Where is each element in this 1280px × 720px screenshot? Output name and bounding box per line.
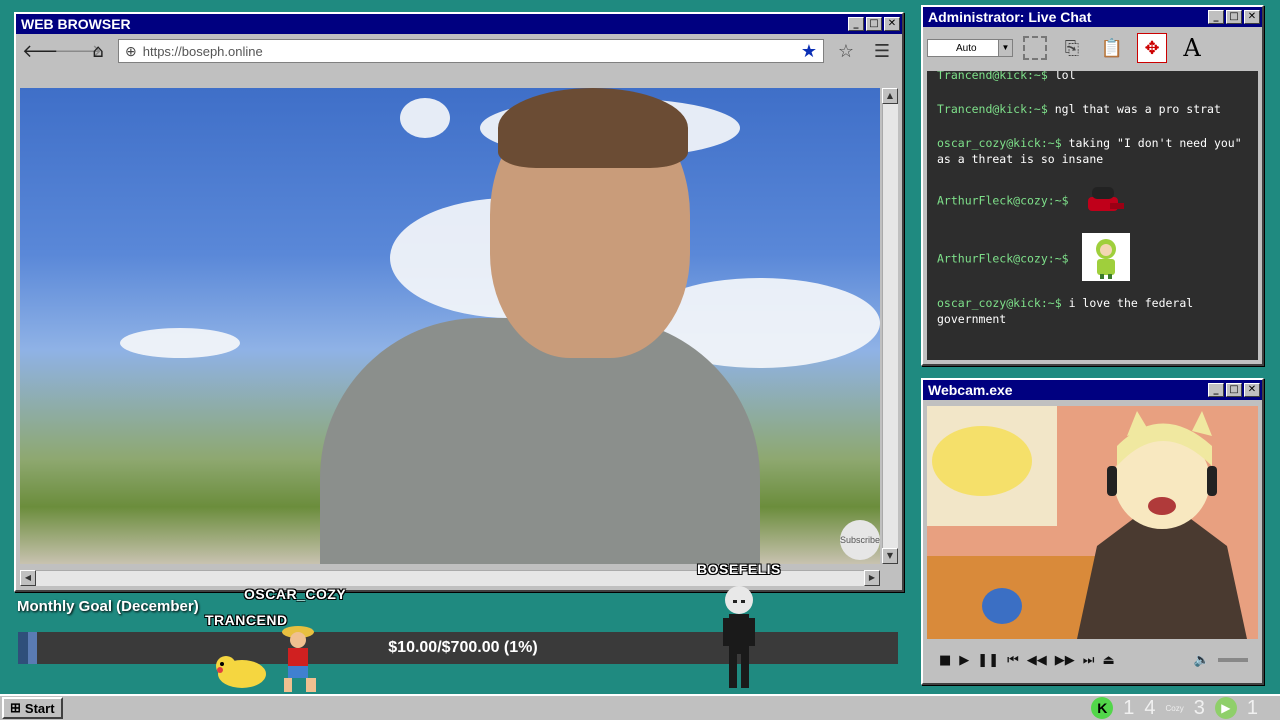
chat-handle[interactable]: ArthurFleck@cozy:~$ bbox=[937, 194, 1069, 208]
scroll-left-icon[interactable]: ◀ bbox=[20, 570, 36, 586]
bookmark-star-icon[interactable]: ☆ bbox=[832, 41, 860, 62]
person-hair bbox=[498, 88, 688, 168]
home-icon[interactable]: ⌂ bbox=[86, 41, 110, 62]
scroll-right-icon[interactable]: ▶ bbox=[864, 570, 880, 586]
chat-text: lol bbox=[1054, 71, 1076, 82]
close-button[interactable]: ✕ bbox=[884, 17, 900, 31]
chat-handle[interactable]: oscar_cozy@kick:~$ bbox=[937, 136, 1062, 150]
forward-arrow-icon[interactable]: 🡒 bbox=[54, 41, 102, 62]
minimize-button[interactable]: _ bbox=[1208, 10, 1224, 24]
red-cap-sticker bbox=[1082, 181, 1126, 221]
skip-forward-icon[interactable]: ⏭ bbox=[1083, 653, 1095, 668]
chat-titlebar[interactable]: Administrator: Live Chat _ □ ✕ bbox=[923, 7, 1262, 27]
select-tool-icon[interactable] bbox=[1023, 36, 1047, 60]
browser-navbar: 🡐 🡒 ⌂ ⊕ https://boseph.online ★ ☆ ☰ bbox=[16, 34, 902, 68]
tray-count: 4 bbox=[1144, 696, 1156, 719]
luffy-sprite bbox=[270, 624, 330, 699]
maximize-button[interactable]: □ bbox=[1226, 383, 1242, 397]
rewind-icon[interactable]: ◀◀ bbox=[1027, 653, 1047, 668]
viewer-name-bosefelis: BOSEFELIS bbox=[697, 561, 781, 577]
copy-icon[interactable]: ⎘ bbox=[1057, 33, 1087, 63]
tray-count: 1 bbox=[1123, 696, 1135, 719]
move-icon[interactable]: ✥ bbox=[1137, 33, 1167, 63]
globe-icon: ⊕ bbox=[125, 42, 137, 59]
fast-forward-icon[interactable]: ▶▶ bbox=[1055, 653, 1075, 668]
chat-message: oscar_cozy@kick:~$ taking "I don't need … bbox=[937, 135, 1248, 167]
video-viewport[interactable]: Subscribe bbox=[20, 88, 880, 564]
chat-handle[interactable]: oscar_cozy@kick:~$ bbox=[937, 296, 1062, 310]
maximize-button[interactable]: □ bbox=[866, 17, 882, 31]
vertical-scrollbar[interactable]: ▲ ▼ bbox=[882, 88, 898, 564]
chat-handle[interactable]: Trancend@kick:~$ bbox=[937, 71, 1048, 82]
chat-handle[interactable]: ArthurFleck@cozy:~$ bbox=[937, 252, 1069, 266]
minimize-button[interactable]: _ bbox=[848, 17, 864, 31]
cozy-icon[interactable]: Cozy bbox=[1166, 704, 1184, 713]
volume-icon[interactable]: 🔈 bbox=[1194, 653, 1210, 668]
pause-icon[interactable]: ❚❚ bbox=[977, 653, 999, 668]
chat-message: ArthurFleck@cozy:~$ bbox=[937, 181, 1248, 221]
goal-progress-bar: $10.00/$700.00 (1%) bbox=[18, 632, 898, 664]
chat-toolbar: Auto ▼ ⎘ 📋 ✥ A bbox=[923, 27, 1262, 69]
chat-messages[interactable]: Trancend@kick:~$ lol Trancend@kick:~$ ng… bbox=[927, 71, 1258, 360]
chat-title: Administrator: Live Chat bbox=[928, 9, 1092, 25]
chat-message: Trancend@kick:~$ ngl that was a pro stra… bbox=[937, 101, 1248, 117]
chat-message: Trancend@kick:~$ lol bbox=[937, 71, 1248, 83]
browser-titlebar[interactable]: WEB BROWSER _ □ ✕ bbox=[16, 14, 902, 34]
webcam-title: Webcam.exe bbox=[928, 382, 1013, 398]
webcam-window: Webcam.exe _ □ ✕ ■ ▶ ❚❚ ⏮ ◀◀ ▶▶ ⏭ ⏏ 🔈 bbox=[921, 378, 1264, 685]
start-button[interactable]: ⊞ Start bbox=[2, 697, 63, 719]
close-button[interactable]: ✕ bbox=[1244, 10, 1260, 24]
viewer-name-oscar: OSCAR_COZY bbox=[244, 586, 347, 602]
font-size-value: Auto bbox=[956, 42, 977, 54]
goal-label: Monthly Goal (December) bbox=[17, 598, 199, 615]
skip-back-icon[interactable]: ⏮ bbox=[1007, 653, 1019, 668]
chat-text: ngl that was a pro strat bbox=[1054, 102, 1221, 116]
start-label: Start bbox=[24, 700, 55, 716]
live-chat-window: Administrator: Live Chat _ □ ✕ Auto ▼ ⎘ … bbox=[921, 5, 1264, 366]
text-tool-icon[interactable]: A bbox=[1177, 33, 1207, 63]
back-arrow-icon[interactable]: 🡐 bbox=[22, 41, 70, 62]
dropdown-arrow-icon[interactable]: ▼ bbox=[998, 40, 1012, 56]
browser-title: WEB BROWSER bbox=[21, 16, 131, 32]
paste-icon[interactable]: 📋 bbox=[1097, 33, 1127, 63]
kick-icon[interactable]: K bbox=[1091, 697, 1114, 719]
dark-character-sprite bbox=[715, 582, 765, 697]
address-bar[interactable]: ⊕ https://boseph.online ★ bbox=[118, 39, 824, 63]
chat-message: ArthurFleck@cozy:~$ bbox=[937, 233, 1248, 285]
pikachu-sprite bbox=[212, 650, 272, 695]
scroll-up-icon[interactable]: ▲ bbox=[882, 88, 898, 104]
person-shirt bbox=[320, 318, 760, 564]
tray-count: 1 bbox=[1246, 696, 1258, 719]
close-button[interactable]: ✕ bbox=[1244, 383, 1260, 397]
goal-progress-text: $10.00/$700.00 (1%) bbox=[388, 639, 538, 656]
tray-count: 3 bbox=[1193, 696, 1205, 719]
green-character-sticker bbox=[1081, 233, 1130, 285]
webcam-view bbox=[927, 406, 1258, 639]
url-text[interactable]: https://boseph.online bbox=[143, 44, 795, 59]
minimize-button[interactable]: _ bbox=[1208, 383, 1224, 397]
taskbar: ⊞ Start K 1 4 Cozy 3 ▶ 1 bbox=[0, 694, 1280, 720]
browser-window: WEB BROWSER _ □ ✕ 🡐 🡒 ⌂ ⊕ https://boseph… bbox=[14, 12, 904, 592]
font-size-select[interactable]: Auto ▼ bbox=[927, 39, 1013, 57]
windows-logo-icon: ⊞ bbox=[10, 700, 21, 715]
bookmark-star-filled-icon[interactable]: ★ bbox=[801, 41, 817, 62]
subscribe-watermark[interactable]: Subscribe bbox=[840, 520, 880, 560]
stop-icon[interactable]: ■ bbox=[939, 653, 951, 668]
play-circle-icon[interactable]: ▶ bbox=[1214, 697, 1237, 719]
hamburger-menu-icon[interactable]: ☰ bbox=[868, 41, 896, 62]
chat-message: oscar_cozy@kick:~$ i love the federal go… bbox=[937, 295, 1248, 327]
scroll-down-icon[interactable]: ▼ bbox=[882, 548, 898, 564]
chat-handle[interactable]: Trancend@kick:~$ bbox=[937, 102, 1048, 116]
media-controls: ■ ▶ ❚❚ ⏮ ◀◀ ▶▶ ⏭ ⏏ 🔈 bbox=[931, 645, 1256, 675]
play-icon[interactable]: ▶ bbox=[959, 653, 969, 668]
volume-slider[interactable] bbox=[1218, 658, 1248, 662]
maximize-button[interactable]: □ bbox=[1226, 10, 1242, 24]
webcam-titlebar[interactable]: Webcam.exe _ □ ✕ bbox=[923, 380, 1262, 400]
system-tray: K 1 4 Cozy 3 ▶ 1 bbox=[1091, 696, 1280, 720]
eject-icon[interactable]: ⏏ bbox=[1103, 653, 1115, 668]
